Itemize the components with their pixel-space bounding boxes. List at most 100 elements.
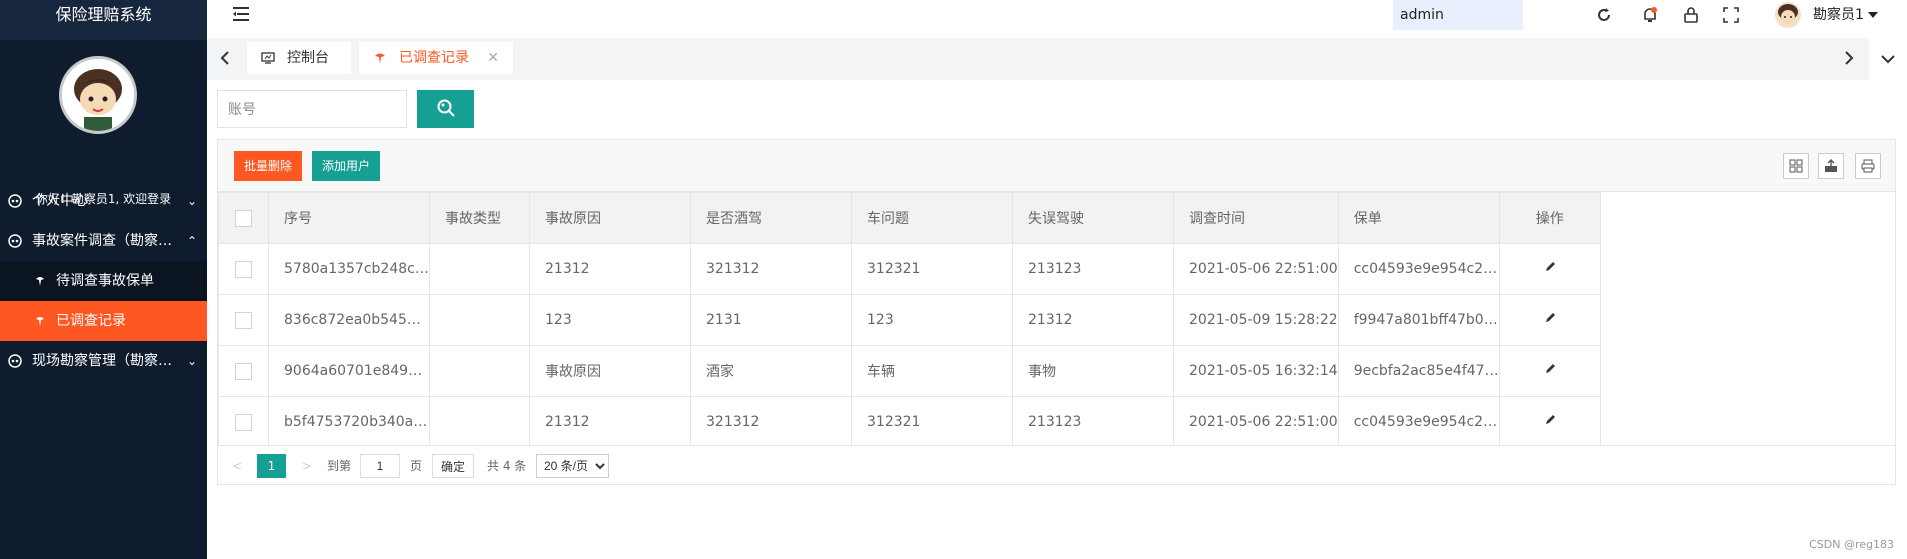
table-cell: 312321 <box>851 396 1013 448</box>
row-checkbox[interactable] <box>235 260 252 278</box>
tabs-bar: 控制台 已调查记录 ✕ <box>207 38 1907 80</box>
action-cell <box>1498 396 1601 448</box>
menu-pending-policies[interactable]: 待调查事故保单 <box>0 261 207 301</box>
lock-icon[interactable] <box>1682 6 1700 24</box>
table-header-row: 序号 事故类型 事故原因 是否酒驾 车问题 失误驾驶 调查时间 保单 操作 <box>218 192 1601 244</box>
table-row: 9064a60701e849… 事故原因 酒家 车辆 事物 2021-05-05… <box>218 345 1601 397</box>
menu-site-survey[interactable]: 现场勘察管理（勘察员） ⌄ <box>0 341 207 381</box>
table-cell: 213123 <box>1012 243 1174 295</box>
menu-icon <box>8 234 22 248</box>
table-row: 836c872ea0b545… 123 2131 123 21312 2021-… <box>218 294 1601 346</box>
edit-icon[interactable] <box>1544 261 1556 273</box>
search-button[interactable] <box>417 90 474 128</box>
table-cell: 酒家 <box>690 345 852 397</box>
refresh-icon[interactable] <box>1595 6 1613 24</box>
bell-icon[interactable] <box>1641 6 1659 24</box>
menu-accident-investigation[interactable]: 事故案件调查（勘察员） ⌃ <box>0 221 207 261</box>
admin-display[interactable]: admin <box>1393 0 1523 30</box>
row-select-cell[interactable] <box>218 396 269 448</box>
edit-icon[interactable] <box>1544 363 1556 375</box>
action-cell <box>1498 345 1601 397</box>
table-cell: 321312 <box>690 243 852 295</box>
chevron-down-icon: ⌄ <box>186 194 197 208</box>
menu-investigated-records[interactable]: 已调查记录 <box>0 301 207 341</box>
row-checkbox[interactable] <box>235 413 252 431</box>
chevron-left-icon[interactable] <box>215 48 235 68</box>
export-icon <box>1825 159 1837 172</box>
goto-label: 到第 <box>327 459 352 473</box>
pagination: < 1 > 到第 页 确定 共 4 条 20 条/页 <box>218 445 1895 484</box>
table-cell: 2021-05-09 15:28:22 <box>1173 294 1339 346</box>
prev-page-icon[interactable]: < <box>232 454 242 478</box>
menu-toggle-icon[interactable] <box>232 5 250 23</box>
fullscreen-icon[interactable] <box>1722 6 1740 24</box>
column-header[interactable]: 序号 <box>268 192 430 244</box>
row-select-cell[interactable] <box>218 345 269 397</box>
chevron-right-icon[interactable] <box>1839 48 1859 68</box>
pin-icon <box>36 277 44 286</box>
column-header[interactable]: 事故原因 <box>529 192 691 244</box>
table-cell: 2021-05-06 22:51:00 <box>1173 396 1339 448</box>
row-select-cell[interactable] <box>218 294 269 346</box>
page-size-select[interactable]: 20 条/页 <box>536 454 609 478</box>
menu-personal-center[interactable]: 个人中心 ⌄ <box>0 181 207 221</box>
table-cell: 321312 <box>690 396 852 448</box>
caret-down-icon <box>1867 12 1878 18</box>
watermark: CSDN @reg183 <box>1809 538 1894 551</box>
table-cell: b5f4753720b340a… <box>268 396 430 448</box>
column-header[interactable]: 保单 <box>1337 192 1500 244</box>
menu-icon <box>8 354 22 368</box>
table-cell: 21312 <box>1012 294 1174 346</box>
column-header: 操作 <box>1498 192 1601 244</box>
goto-confirm-button[interactable]: 确定 <box>432 454 475 478</box>
batch-delete-button[interactable]: 批量删除 <box>234 151 303 181</box>
table-cell: 123 <box>529 294 691 346</box>
table-cell: 5780a1357cb248c… <box>268 243 430 295</box>
user-name-label: 勘察员1 <box>1813 7 1864 23</box>
row-select-cell[interactable] <box>218 243 269 295</box>
table-cell: 车辆 <box>851 345 1013 397</box>
pin-icon <box>36 317 44 326</box>
table-cell: f9947a801bff47b0… <box>1337 294 1500 346</box>
export-button[interactable] <box>1818 153 1844 179</box>
column-header[interactable]: 是否酒驾 <box>690 192 852 244</box>
edit-icon[interactable] <box>1544 414 1556 426</box>
account-search-input[interactable] <box>217 90 407 128</box>
columns-filter-button[interactable] <box>1783 153 1809 179</box>
column-header[interactable]: 调查时间 <box>1173 192 1339 244</box>
user-name-dropdown[interactable]: 勘察员1 <box>1813 0 1878 30</box>
select-all-checkbox[interactable] <box>235 209 252 227</box>
user-avatar[interactable] <box>1775 2 1801 28</box>
table-cell <box>429 396 530 448</box>
data-table-panel: 批量删除 添加用户 序号 事故类型 事故原因 是否酒驾 车问题 失误驾驶 调查时… <box>217 139 1896 485</box>
page-number-current[interactable]: 1 <box>257 454 286 478</box>
column-header[interactable]: 事故类型 <box>429 192 530 244</box>
add-user-button[interactable]: 添加用户 <box>312 151 381 181</box>
table-cell: 123 <box>851 294 1013 346</box>
column-header[interactable]: 车问题 <box>851 192 1013 244</box>
select-all-cell[interactable] <box>218 192 269 244</box>
next-page-icon[interactable]: > <box>302 454 312 478</box>
total-count: 共 4 条 <box>487 459 527 473</box>
tab-dashboard[interactable]: 控制台 <box>247 42 351 74</box>
tab-investigated-records[interactable]: 已调查记录 ✕ <box>359 42 513 74</box>
row-checkbox[interactable] <box>235 362 252 380</box>
table-cell: 21312 <box>529 396 691 448</box>
table-cell: 836c872ea0b545… <box>268 294 430 346</box>
print-button[interactable] <box>1855 153 1881 179</box>
close-icon[interactable]: ✕ <box>487 42 499 74</box>
edit-icon[interactable] <box>1544 312 1556 324</box>
table-cell: 9ecbfa2ac85e4f47… <box>1337 345 1500 397</box>
printer-icon <box>1861 159 1875 173</box>
table-toolbar: 批量删除 添加用户 <box>218 140 1895 192</box>
goto-page-input[interactable] <box>360 454 400 478</box>
tabs-dropdown[interactable] <box>1869 38 1907 80</box>
page-unit-label: 页 <box>410 459 423 473</box>
records-table: 序号 事故类型 事故原因 是否酒驾 车问题 失误驾驶 调查时间 保单 操作 57… <box>218 192 1601 448</box>
table-cell: cc04593e9e954c2… <box>1337 243 1500 295</box>
table-cell: 事物 <box>1012 345 1174 397</box>
row-checkbox[interactable] <box>235 311 252 329</box>
column-header[interactable]: 失误驾驶 <box>1012 192 1174 244</box>
monitor-icon <box>261 52 275 64</box>
table-cell: 9064a60701e849… <box>268 345 430 397</box>
